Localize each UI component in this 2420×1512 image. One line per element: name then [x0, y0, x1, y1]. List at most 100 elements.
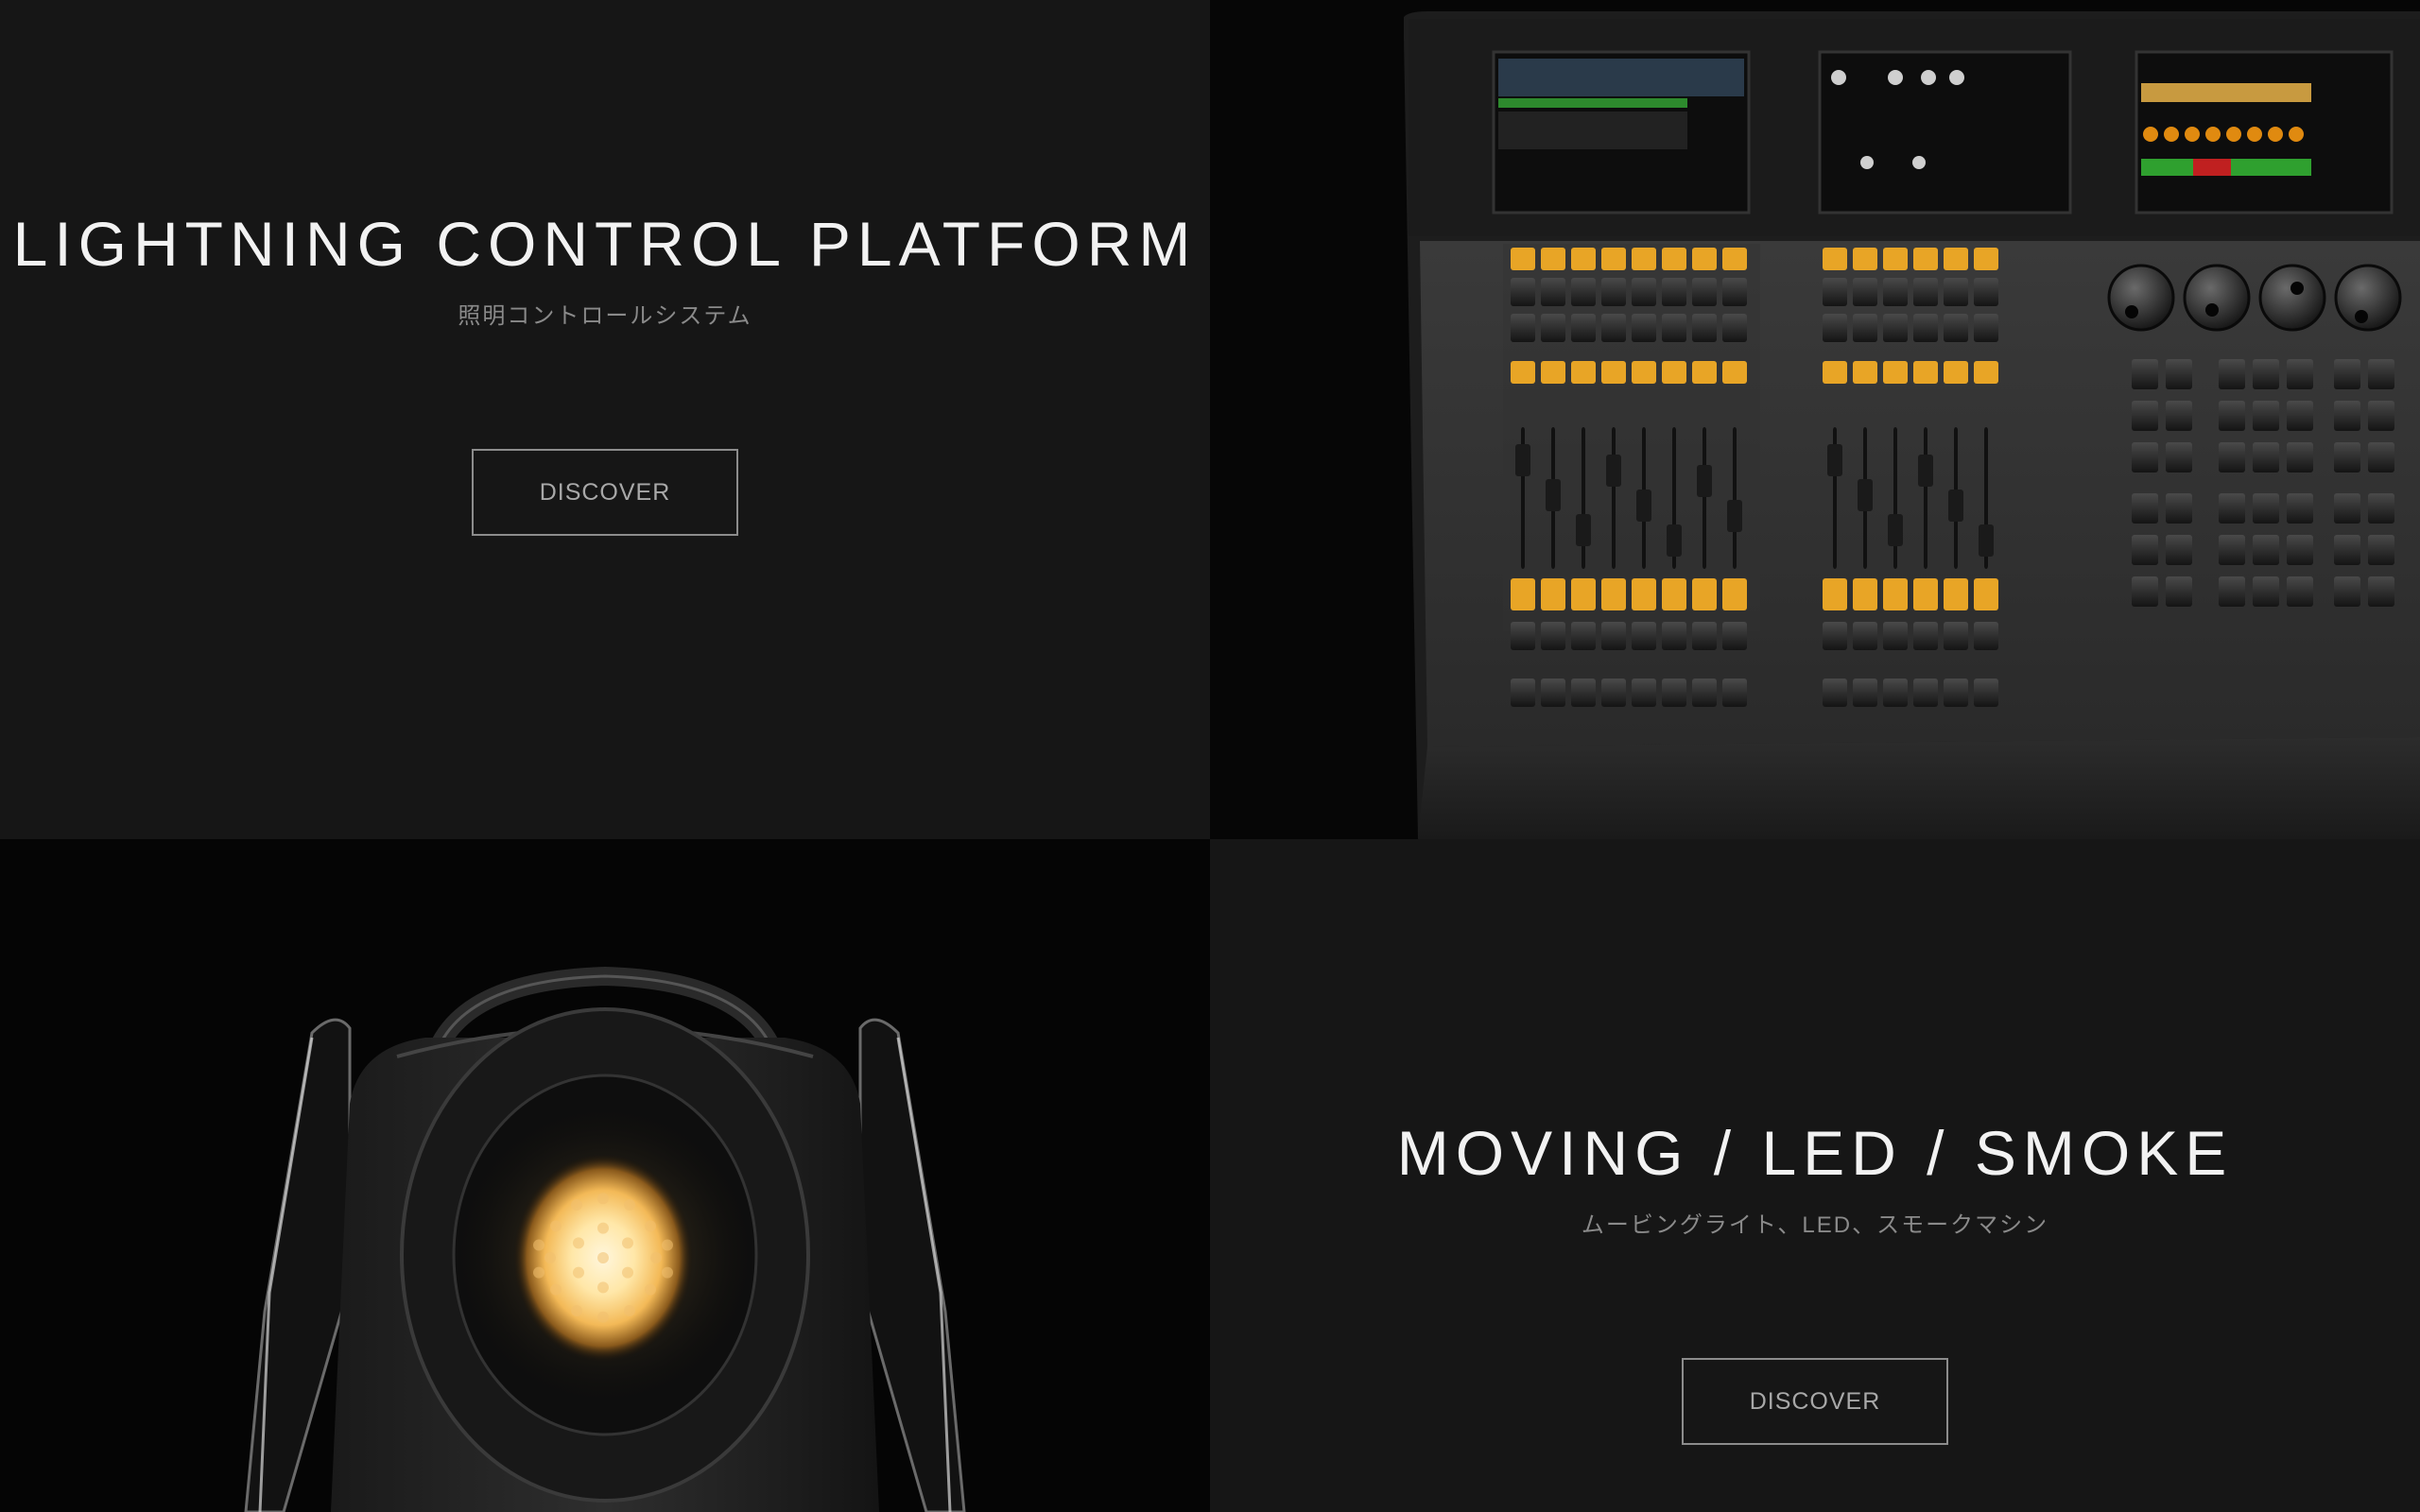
console-key: [2368, 359, 2394, 389]
console-key: [1541, 622, 1565, 650]
console-key: [1692, 622, 1717, 650]
fader-cap: [1918, 455, 1933, 487]
console-key: [2219, 493, 2245, 524]
console-key: [1511, 278, 1535, 306]
console-key-amber: [1662, 361, 1686, 384]
console-key: [2132, 493, 2158, 524]
console-key-amber: [1662, 578, 1686, 610]
console-key-amber: [1853, 361, 1877, 384]
console-key: [1662, 278, 1686, 306]
console-key: [1823, 679, 1847, 707]
products-section: MOVING / LED / SMOKE ムービングライト、LED、スモークマシ…: [1210, 839, 2420, 1512]
console-key: [1883, 622, 1908, 650]
lens-led-dot: [573, 1266, 584, 1279]
console-key-amber: [1511, 578, 1535, 610]
console-key: [1601, 679, 1626, 707]
lens-led-dot: [550, 1283, 562, 1296]
lens-led-dot: [597, 1222, 609, 1234]
console-key: [2132, 359, 2158, 389]
console-key-amber: [1511, 248, 1535, 270]
console-key: [1913, 278, 1938, 306]
console-key: [1571, 679, 1596, 707]
console-key: [2166, 442, 2192, 472]
lens-led-dot: [573, 1237, 584, 1249]
fixture-illustration: [244, 966, 966, 1512]
console-key: [1571, 622, 1596, 650]
console-key-amber: [1571, 361, 1596, 384]
console-key: [2253, 493, 2279, 524]
console-key: [2166, 535, 2192, 565]
console-key-amber: [1692, 578, 1717, 610]
console-key-amber: [1823, 361, 1847, 384]
console-key: [1944, 679, 1968, 707]
fader-cap: [1606, 455, 1621, 487]
console-key: [2253, 359, 2279, 389]
console-key: [2166, 359, 2192, 389]
console-key: [2166, 401, 2192, 431]
fader-track: [1893, 427, 1897, 569]
console-key-amber: [1722, 248, 1747, 270]
console-key: [1823, 314, 1847, 342]
console-key: [1944, 622, 1968, 650]
console-key: [1974, 314, 1998, 342]
lens-led-dot: [662, 1266, 673, 1279]
console-key-amber: [1722, 361, 1747, 384]
console-key: [1632, 278, 1656, 306]
fader-track: [1733, 427, 1737, 569]
fader-cap: [1727, 500, 1742, 532]
console-key: [1601, 278, 1626, 306]
lens-led-dot: [533, 1239, 544, 1251]
console-key-amber: [1692, 361, 1717, 384]
console-key: [1632, 314, 1656, 342]
console-key: [2219, 359, 2245, 389]
fader-cap: [1667, 524, 1682, 557]
fader-track: [1582, 427, 1585, 569]
console-key: [1883, 314, 1908, 342]
console-key: [2368, 576, 2394, 607]
lens-led-dot: [550, 1220, 562, 1232]
fader-cap: [1948, 490, 1963, 522]
console-key: [2219, 576, 2245, 607]
console-key-amber: [1632, 578, 1656, 610]
console-key-amber: [1974, 578, 1998, 610]
console-key: [1632, 622, 1656, 650]
console-key-amber: [1511, 361, 1535, 384]
console-key: [2334, 442, 2360, 472]
lens-led-dot: [597, 1193, 609, 1205]
hero-discover-button[interactable]: DISCOVER: [472, 449, 738, 536]
console-key: [2334, 359, 2360, 389]
console-key-amber: [1571, 578, 1596, 610]
console-key: [1944, 314, 1968, 342]
console-key: [2287, 359, 2313, 389]
console-key: [1541, 679, 1565, 707]
console-key-amber: [1944, 361, 1968, 384]
console-key-amber: [1662, 248, 1686, 270]
console-key-amber: [1974, 248, 1998, 270]
lens-led-dot: [624, 1305, 635, 1316]
console-key: [1722, 278, 1747, 306]
console-key-amber: [1883, 361, 1908, 384]
console-key-amber: [1632, 248, 1656, 270]
console-key: [2287, 493, 2313, 524]
console-key: [2253, 576, 2279, 607]
console-key-amber: [1571, 248, 1596, 270]
console-key: [1541, 314, 1565, 342]
console-key-amber: [1823, 248, 1847, 270]
console-key: [1692, 278, 1717, 306]
lens-led-dot: [645, 1220, 656, 1232]
console-key-amber: [1883, 578, 1908, 610]
console-key-amber: [1913, 248, 1938, 270]
console-key: [2287, 442, 2313, 472]
fader-cap: [1827, 444, 1842, 476]
console-key: [2219, 535, 2245, 565]
products-discover-button[interactable]: DISCOVER: [1682, 1358, 1948, 1445]
console-key-amber: [1853, 248, 1877, 270]
console-key-amber: [1944, 248, 1968, 270]
hero-title: LIGHTNING CONTROL PLATFORM: [12, 209, 1198, 279]
lens-led-dot: [622, 1266, 633, 1279]
console-image: [1210, 0, 2420, 839]
console-key: [2334, 535, 2360, 565]
console-key: [2219, 442, 2245, 472]
hero-subtitle: 照明コントロールシステム: [458, 303, 752, 329]
lens-led-dot: [544, 1252, 556, 1263]
